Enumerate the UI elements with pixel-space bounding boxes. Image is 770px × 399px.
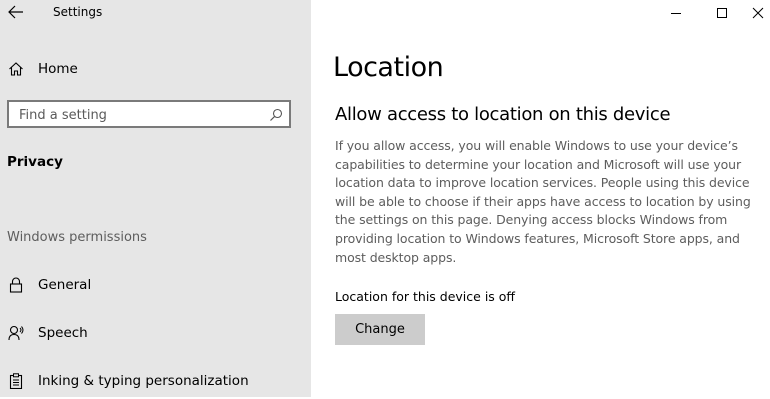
clipboard-icon: [7, 372, 25, 390]
lock-icon: [7, 276, 25, 294]
description-text: If you allow access, you will enable Win…: [335, 138, 751, 265]
back-button[interactable]: [4, 0, 28, 24]
sidebar-item-general-label: General: [38, 277, 92, 293]
back-arrow-icon: [8, 5, 23, 19]
sidebar-item-home-label: Home: [38, 61, 78, 77]
search-input[interactable]: [19, 106, 259, 124]
close-button[interactable]: [745, 0, 770, 26]
speech-icon: [7, 324, 25, 342]
change-button[interactable]: Change: [335, 314, 425, 345]
main-content: Location Allow access to location on thi…: [311, 0, 770, 397]
group-label-windows-permissions: Windows permissions: [7, 230, 147, 245]
maximize-icon: [717, 8, 727, 18]
maximize-button[interactable]: [699, 0, 745, 26]
section-heading: Allow access to location on this device: [335, 104, 671, 125]
minimize-button[interactable]: [653, 0, 699, 26]
sidebar-item-speech[interactable]: Speech: [0, 315, 311, 351]
search-icon: [270, 108, 283, 121]
home-icon: [7, 60, 25, 78]
sidebar-item-speech-label: Speech: [38, 325, 88, 341]
sidebar-item-inking-typing[interactable]: Inking & typing personalization: [0, 363, 311, 399]
minimize-icon: [671, 13, 681, 14]
sidebar: Settings Home Privacy Windows permission…: [0, 0, 311, 397]
close-icon: [752, 7, 763, 19]
page-title: Location: [333, 52, 444, 83]
search-box[interactable]: [7, 100, 291, 128]
location-status-text: Location for this device is off: [335, 289, 516, 304]
sidebar-item-general[interactable]: General: [0, 267, 311, 303]
sidebar-item-home[interactable]: Home: [0, 51, 311, 87]
section-label-privacy: Privacy: [7, 154, 63, 170]
app-title: Settings: [53, 5, 103, 19]
sidebar-item-inking-typing-label: Inking & typing personalization: [38, 373, 249, 389]
